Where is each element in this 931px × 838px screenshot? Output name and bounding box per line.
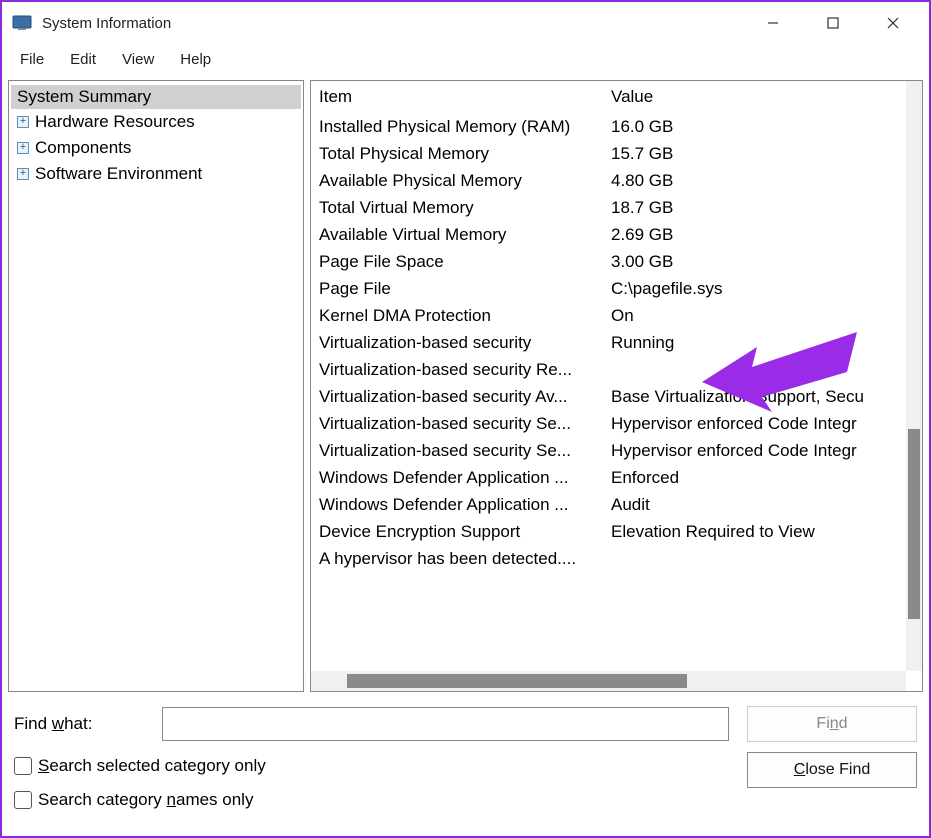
window-title: System Information: [42, 15, 743, 32]
vertical-scroll-thumb[interactable]: [908, 429, 920, 619]
find-input[interactable]: [162, 707, 729, 741]
list-row[interactable]: Virtualization-based securityRunning: [319, 329, 914, 356]
expand-icon[interactable]: +: [17, 168, 29, 180]
list-cell-value: C:\pagefile.sys: [611, 279, 914, 299]
checkbox-search-selected[interactable]: [14, 757, 32, 775]
list-row[interactable]: Total Virtual Memory18.7 GB: [319, 194, 914, 221]
list-row[interactable]: Installed Physical Memory (RAM)16.0 GB: [319, 113, 914, 140]
minimize-button[interactable]: [743, 3, 803, 43]
list-cell-item: Page File: [319, 279, 611, 299]
list-row[interactable]: Virtualization-based security Se...Hyper…: [319, 410, 914, 437]
menubar: File Edit View Help: [2, 44, 929, 76]
list-cell-item: Virtualization-based security Av...: [319, 387, 611, 407]
menu-view[interactable]: View: [110, 47, 166, 72]
list-cell-item: Windows Defender Application ...: [319, 495, 611, 515]
titlebar: System Information: [2, 2, 929, 44]
column-header-item[interactable]: Item: [319, 87, 611, 107]
list-cell-item: Total Virtual Memory: [319, 198, 611, 218]
app-icon: [12, 13, 32, 33]
list-row[interactable]: Virtualization-based security Re...: [319, 356, 914, 383]
list-row[interactable]: Windows Defender Application ...Enforced: [319, 464, 914, 491]
tree-item[interactable]: + Components: [11, 135, 301, 161]
list-cell-item: Available Virtual Memory: [319, 225, 611, 245]
close-find-button[interactable]: Close Find: [747, 752, 917, 788]
list-cell-item: Virtualization-based security Se...: [319, 441, 611, 461]
list-cell-value: 2.69 GB: [611, 225, 914, 245]
tree-item-label: Components: [35, 138, 131, 158]
horizontal-scrollbar[interactable]: [311, 671, 906, 691]
list-row[interactable]: Kernel DMA ProtectionOn: [319, 302, 914, 329]
list-cell-value: 15.7 GB: [611, 144, 914, 164]
find-button[interactable]: Find: [747, 706, 917, 742]
list-cell-item: Page File Space: [319, 252, 611, 272]
list-cell-value: 4.80 GB: [611, 171, 914, 191]
find-area: Find what: Find Search selected category…: [2, 692, 929, 810]
list-row[interactable]: Virtualization-based security Av...Base …: [319, 383, 914, 410]
list-cell-value: Hypervisor enforced Code Integr: [611, 414, 914, 434]
list-pane: Item Value Installed Physical Memory (RA…: [310, 80, 923, 692]
list-row[interactable]: Virtualization-based security Se...Hyper…: [319, 437, 914, 464]
expand-icon[interactable]: +: [17, 116, 29, 128]
list-header: Item Value: [319, 85, 914, 113]
workarea: System Summary + Hardware Resources + Compo…: [2, 76, 929, 692]
list-row[interactable]: Device Encryption SupportElevation Requi…: [319, 518, 914, 545]
tree-item[interactable]: + Hardware Resources: [11, 109, 301, 135]
list-cell-item: Virtualization-based security Se...: [319, 414, 611, 434]
list-cell-value: [611, 360, 914, 380]
list-cell-item: Installed Physical Memory (RAM): [319, 117, 611, 137]
checkbox-search-names-label: Search category names only: [38, 790, 253, 810]
list-cell-value: 3.00 GB: [611, 252, 914, 272]
list-cell-item: Windows Defender Application ...: [319, 468, 611, 488]
list-cell-item: Available Physical Memory: [319, 171, 611, 191]
maximize-button[interactable]: [803, 3, 863, 43]
list-row[interactable]: A hypervisor has been detected....: [319, 545, 914, 572]
list-cell-value: Audit: [611, 495, 914, 515]
list-cell-value: Hypervisor enforced Code Integr: [611, 441, 914, 461]
checkbox-search-names[interactable]: [14, 791, 32, 809]
list-row[interactable]: Windows Defender Application ...Audit: [319, 491, 914, 518]
list-cell-item: Device Encryption Support: [319, 522, 611, 542]
menu-edit[interactable]: Edit: [58, 47, 108, 72]
expand-icon[interactable]: +: [17, 142, 29, 154]
list-cell-value: Running: [611, 333, 914, 353]
list-cell-value: Base Virtualization Support, Secu: [611, 387, 914, 407]
tree-pane: System Summary + Hardware Resources + Compo…: [8, 80, 304, 692]
list-cell-item: Total Physical Memory: [319, 144, 611, 164]
menu-help[interactable]: Help: [168, 47, 223, 72]
list-row[interactable]: Page FileC:\pagefile.sys: [319, 275, 914, 302]
list-cell-value: Elevation Required to View: [611, 522, 914, 542]
list-cell-value: Enforced: [611, 468, 914, 488]
close-button[interactable]: [863, 3, 923, 43]
vertical-scrollbar[interactable]: [906, 81, 922, 671]
list-cell-value: 16.0 GB: [611, 117, 914, 137]
list-cell-item: Virtualization-based security: [319, 333, 611, 353]
list-row[interactable]: Available Physical Memory4.80 GB: [319, 167, 914, 194]
list-cell-item: Virtualization-based security Re...: [319, 360, 611, 380]
list-cell-value: On: [611, 306, 914, 326]
find-label: Find what:: [14, 714, 154, 734]
list-cell-item: A hypervisor has been detected....: [319, 549, 611, 569]
list-cell-item: Kernel DMA Protection: [319, 306, 611, 326]
menu-file[interactable]: File: [8, 47, 56, 72]
list-row[interactable]: Page File Space3.00 GB: [319, 248, 914, 275]
tree-item-label: Hardware Resources: [35, 112, 195, 132]
column-header-value[interactable]: Value: [611, 87, 914, 107]
tree-item-label: Software Environment: [35, 164, 202, 184]
tree-root-selected[interactable]: System Summary: [11, 85, 301, 109]
checkbox-search-selected-label: Search selected category only: [38, 756, 266, 776]
list-row[interactable]: Available Virtual Memory2.69 GB: [319, 221, 914, 248]
tree-item[interactable]: + Software Environment: [11, 161, 301, 187]
list-cell-value: 18.7 GB: [611, 198, 914, 218]
horizontal-scroll-thumb[interactable]: [347, 674, 687, 688]
list-cell-value: [611, 549, 914, 569]
list-row[interactable]: Total Physical Memory15.7 GB: [319, 140, 914, 167]
